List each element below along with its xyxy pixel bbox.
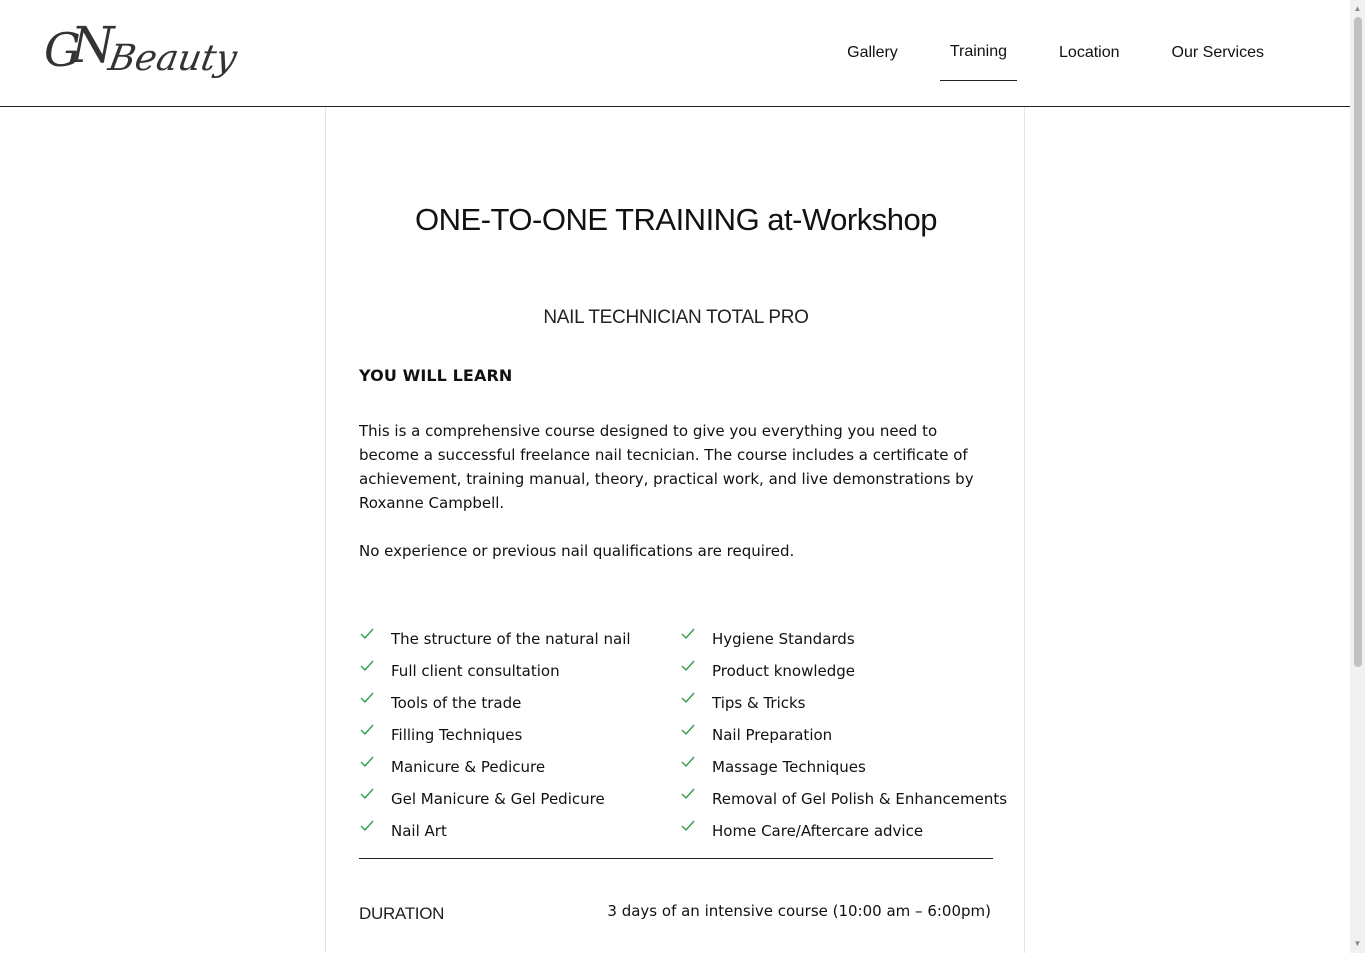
checkmark-icon — [681, 756, 695, 768]
main-nav: Gallery Training Location Our Services — [821, 0, 1290, 106]
site-header: GNBeauty Gallery Training Location Our S… — [0, 0, 1350, 107]
checkmark-icon — [681, 788, 695, 800]
checkmark-icon — [360, 660, 374, 672]
logo-letter-n: N — [70, 16, 115, 74]
checklist-item-label: Full client consultation — [391, 662, 560, 680]
scrollbar-thumb[interactable] — [1354, 17, 1362, 667]
checklist-item-label: Nail Art — [391, 822, 447, 840]
checkmark-icon — [360, 756, 374, 768]
checklist-item-label: Tips & Tricks — [712, 694, 806, 712]
checklist-item-label: Tools of the trade — [391, 694, 522, 712]
nav-gallery[interactable]: Gallery — [821, 0, 924, 106]
checkmark-icon — [681, 628, 695, 640]
course-subtitle: NAIL TECHNICIAN TOTAL PRO — [543, 307, 809, 328]
checkmark-icon — [681, 692, 695, 704]
duration-value: 3 days of an intensive course (10:00 am … — [607, 902, 991, 920]
content-column: ONE-TO-ONE TRAINING at-Workshop NAIL TEC… — [325, 107, 1025, 953]
scroll-down-arrow-icon[interactable]: ▼ — [1350, 937, 1365, 951]
checklist-item-label: Filling Techniques — [391, 726, 523, 744]
vertical-scrollbar[interactable]: ▲ ▼ — [1350, 0, 1365, 953]
duration-label: DURATION — [359, 904, 445, 923]
nav-training[interactable]: Training — [924, 0, 1033, 106]
nav-our-services[interactable]: Our Services — [1146, 0, 1290, 106]
checkmark-icon — [360, 820, 374, 832]
learn-heading: YOU WILL LEARN — [359, 366, 513, 385]
checklist-item-label: Manicure & Pedicure — [391, 758, 546, 776]
section-divider — [359, 858, 993, 859]
checklist-item-label: Massage Techniques — [712, 758, 866, 776]
checklist-item-label: Gel Manicure & Gel Pedicure — [391, 790, 605, 808]
logo-word-beauty: Beauty — [104, 38, 240, 79]
checkmark-icon — [681, 660, 695, 672]
site-logo[interactable]: GNBeauty — [44, 14, 254, 94]
checklist-item-label: The structure of the natural nail — [391, 630, 631, 648]
checkmark-icon — [681, 820, 695, 832]
checkmark-icon — [360, 692, 374, 704]
page-title: ONE-TO-ONE TRAINING at-Workshop — [415, 202, 937, 237]
checkmark-icon — [360, 724, 374, 736]
checkmark-icon — [360, 788, 374, 800]
checklist-item-label: Hygiene Standards — [712, 630, 855, 648]
checklist-item-label: Product knowledge — [712, 662, 856, 680]
course-description: This is a comprehensive course designed … — [359, 422, 974, 512]
checklist-item-label: Home Care/Aftercare advice — [712, 822, 924, 840]
experience-note: No experience or previous nail qualifica… — [359, 542, 795, 560]
checklist-item-label: Nail Preparation — [712, 726, 833, 744]
checkmark-icon — [681, 724, 695, 736]
checkmark-icon — [360, 628, 374, 640]
checklist-item-label: Removal of Gel Polish & Enhancements — [712, 790, 1008, 808]
scroll-up-arrow-icon[interactable]: ▲ — [1350, 2, 1365, 16]
nav-location[interactable]: Location — [1033, 0, 1146, 106]
